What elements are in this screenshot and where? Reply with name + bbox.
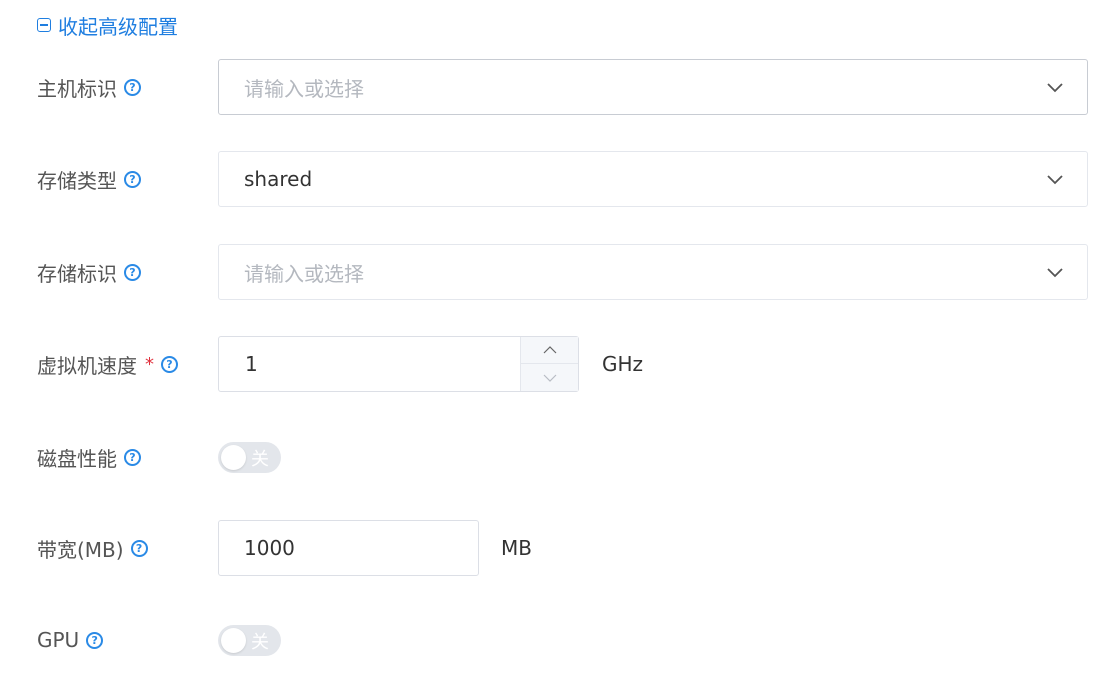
bandwidth-label: 带宽(MB) <box>37 537 124 562</box>
host-id-placeholder: 请输入或选择 <box>244 76 364 101</box>
form-row-bandwidth: 带宽(MB) ? 1000 MB <box>0 520 1114 576</box>
form-row-gpu: GPU ? 关 <box>0 612 1114 668</box>
bandwidth-label-group: 带宽(MB) ? <box>37 520 148 576</box>
vm-speed-label: 虚拟机速度 <box>37 353 137 378</box>
gpu-label: GPU <box>37 628 80 652</box>
bandwidth-unit: MB <box>501 536 532 560</box>
vm-speed-unit: GHz <box>602 352 644 376</box>
chevron-down-icon <box>1047 175 1063 185</box>
question-circle-icon[interactable]: ? <box>130 539 148 557</box>
bandwidth-value: 1000 <box>244 536 295 560</box>
vm-speed-label-group: 虚拟机速度 * ? <box>37 336 178 392</box>
collapse-advanced-toggle[interactable]: 收起高级配置 <box>37 10 178 40</box>
storage-type-label: 存储类型 <box>37 168 117 193</box>
form-row-storage-id: 存储标识 ? 请输入或选择 <box>0 244 1114 300</box>
form-row-host-id: 主机标识 ? 请输入或选择 <box>0 59 1114 115</box>
gpu-switch[interactable]: 关 <box>218 625 281 656</box>
vm-speed-value: 1 <box>245 352 258 376</box>
decrement-button[interactable] <box>521 364 578 391</box>
storage-type-value: shared <box>244 167 313 191</box>
collapse-label: 收起高级配置 <box>58 14 178 39</box>
host-id-label: 主机标识 <box>37 76 117 101</box>
disk-perf-label: 磁盘性能 <box>37 446 117 471</box>
disk-perf-switch-text: 关 <box>251 448 269 470</box>
chevron-down-icon <box>543 374 556 382</box>
vm-speed-stepper <box>520 337 578 391</box>
question-circle-icon[interactable]: ? <box>124 263 141 281</box>
storage-id-select[interactable]: 请输入或选择 <box>218 244 1088 300</box>
increment-button[interactable] <box>521 337 578 364</box>
storage-id-label-group: 存储标识 ? <box>37 244 141 300</box>
storage-id-label: 存储标识 <box>37 261 117 286</box>
storage-type-label-group: 存储类型 ? <box>37 151 141 207</box>
question-circle-icon[interactable]: ? <box>124 170 141 188</box>
vm-speed-number-input[interactable]: 1 <box>218 336 579 392</box>
chevron-down-icon <box>1047 268 1063 278</box>
question-circle-icon[interactable]: ? <box>86 631 104 649</box>
form-row-vm-speed: 虚拟机速度 * ? 1 GHz <box>0 336 1114 392</box>
chevron-down-icon <box>1047 83 1063 93</box>
required-asterisk: * <box>145 353 154 375</box>
form-row-storage-type: 存储类型 ? shared <box>0 151 1114 207</box>
gpu-label-group: GPU ? <box>37 612 104 668</box>
question-circle-icon[interactable]: ? <box>161 355 178 373</box>
question-circle-icon[interactable]: ? <box>124 448 141 466</box>
switch-knob <box>221 445 246 470</box>
question-circle-icon[interactable]: ? <box>124 78 141 96</box>
chevron-up-icon <box>543 346 556 354</box>
bandwidth-input[interactable]: 1000 <box>218 520 479 576</box>
gpu-switch-text: 关 <box>251 631 269 653</box>
switch-knob <box>221 628 246 653</box>
form-row-disk-perf: 磁盘性能 ? 关 <box>0 429 1114 485</box>
host-id-label-group: 主机标识 ? <box>37 59 141 115</box>
collapse-minus-square-icon <box>37 18 51 32</box>
disk-perf-label-group: 磁盘性能 ? <box>37 429 141 485</box>
storage-type-select[interactable]: shared <box>218 151 1088 207</box>
storage-id-placeholder: 请输入或选择 <box>244 261 364 286</box>
disk-perf-switch[interactable]: 关 <box>218 442 281 473</box>
host-id-select[interactable]: 请输入或选择 <box>218 59 1088 115</box>
